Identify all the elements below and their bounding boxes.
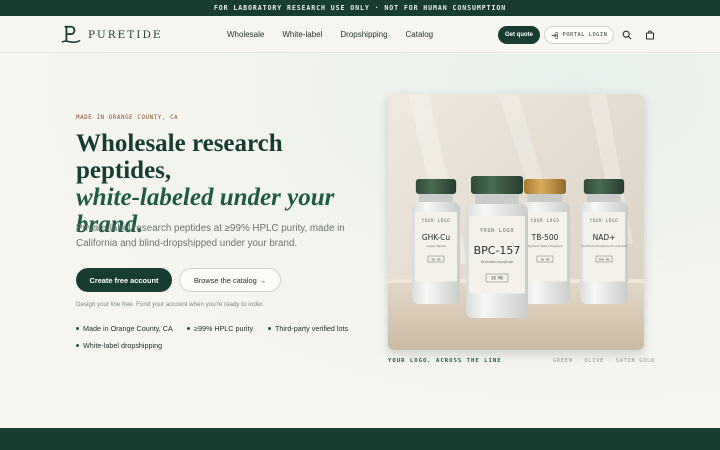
vial-product-subtitle: Pentadecapeptide [481, 260, 514, 264]
login-arrow-icon [551, 31, 558, 39]
brand-logo-mark [61, 25, 81, 43]
vial-product-subtitle: Copper Peptide [426, 244, 446, 248]
vial-product-subtitle: Thymosin Beta-4 Fragment [527, 244, 562, 248]
feature-label: Third-party verified lots [275, 324, 349, 333]
footer-band [0, 428, 720, 450]
brand-logo[interactable]: PURETIDE [60, 24, 163, 46]
hero-description: Private-label research peptides at ≥99% … [76, 223, 345, 249]
color-options-caption: GREEN · OLIVE · SATIN GOLD [553, 358, 656, 364]
bullet-dot-icon [187, 327, 190, 330]
bullet-dot-icon [76, 327, 79, 330]
nav-link-white-label[interactable]: White-label [282, 30, 322, 39]
feature-label: ≥99% HPLC purity [194, 324, 254, 333]
vial-product-name: TB-500 [531, 233, 559, 242]
feature-label: White-label dropshipping [83, 341, 163, 350]
vial-dose: 10 MG [491, 276, 504, 281]
portal-login-button[interactable]: PORTAL LOGIN [544, 26, 614, 44]
product-photo: YOUR LOGO GHK-Cu Copper Peptide 50 MG YOUR L… [388, 94, 644, 350]
nav-link-wholesale[interactable]: Wholesale [227, 30, 264, 39]
nav-link-dropshipping[interactable]: Dropshipping [340, 30, 387, 39]
vial-logo-text: YOUR LOGO [531, 218, 560, 223]
feature-item: Made in Orange County, CA [76, 324, 173, 333]
feature-item: ≥99% HPLC purity [187, 324, 253, 333]
hero-eyebrow: MADE IN ORANGE COUNTY, CA [76, 115, 179, 121]
showcase-caption: YOUR LOGO, ACROSS THE LINE [388, 358, 502, 364]
nav-link-catalog[interactable]: Catalog [406, 30, 434, 39]
bag-icon[interactable] [645, 30, 655, 40]
vial-product-name: GHK-Cu [422, 233, 451, 242]
hero-note: Design your line free. Fund your account… [76, 301, 264, 308]
vial-logo-text: YOUR LOGO [422, 218, 451, 223]
feature-label: Made in Orange County, CA [83, 324, 173, 333]
feature-item: Third-party verified lots [268, 324, 348, 333]
bullet-dot-icon [268, 327, 271, 330]
vial-product-name: NAD+ [593, 233, 616, 242]
portal-login-label: PORTAL LOGIN [562, 32, 608, 38]
site-header: PURETIDE Wholesale White-label Dropshipp… [0, 16, 720, 53]
bullet-dot-icon [76, 344, 79, 347]
main-nav: Wholesale White-label Dropshipping Catal… [227, 30, 451, 39]
announcement-bar: FOR LABORATORY RESEARCH USE ONLY · NOT F… [0, 0, 720, 16]
get-quote-button[interactable]: Get quote [498, 26, 540, 44]
vial-product-name: BPC-157 [474, 244, 521, 257]
hero-title-line-1: Wholesale research peptides, [76, 130, 283, 184]
vials-illustration: YOUR LOGOGHK-CuCopper Peptide50 MGYOUR L… [388, 94, 644, 350]
vial-logo-text: YOUR LOGO [590, 218, 619, 223]
brand-name: PURETIDE [88, 29, 163, 41]
vial-logo-text: YOUR LOGO [480, 228, 514, 234]
vial-dose: 500 MG [599, 257, 610, 261]
vial-product-subtitle: Nicotinamide Adenine Dinucleotide [581, 244, 627, 248]
create-account-button[interactable]: Create free account [76, 268, 172, 292]
vial-dose: 10 MG [540, 257, 549, 261]
vial-nad-: YOUR LOGO NAD+ Nicotinamide Adenine Dinucl… [580, 179, 628, 304]
search-icon[interactable] [622, 30, 632, 40]
feature-item: White-label dropshipping [76, 341, 162, 350]
browse-catalog-button[interactable]: Browse the catalog → [179, 268, 281, 292]
vial-ghk-cu: YOUR LOGO GHK-Cu Copper Peptide 50 MG [412, 179, 460, 304]
vial-dose: 50 MG [431, 257, 440, 261]
